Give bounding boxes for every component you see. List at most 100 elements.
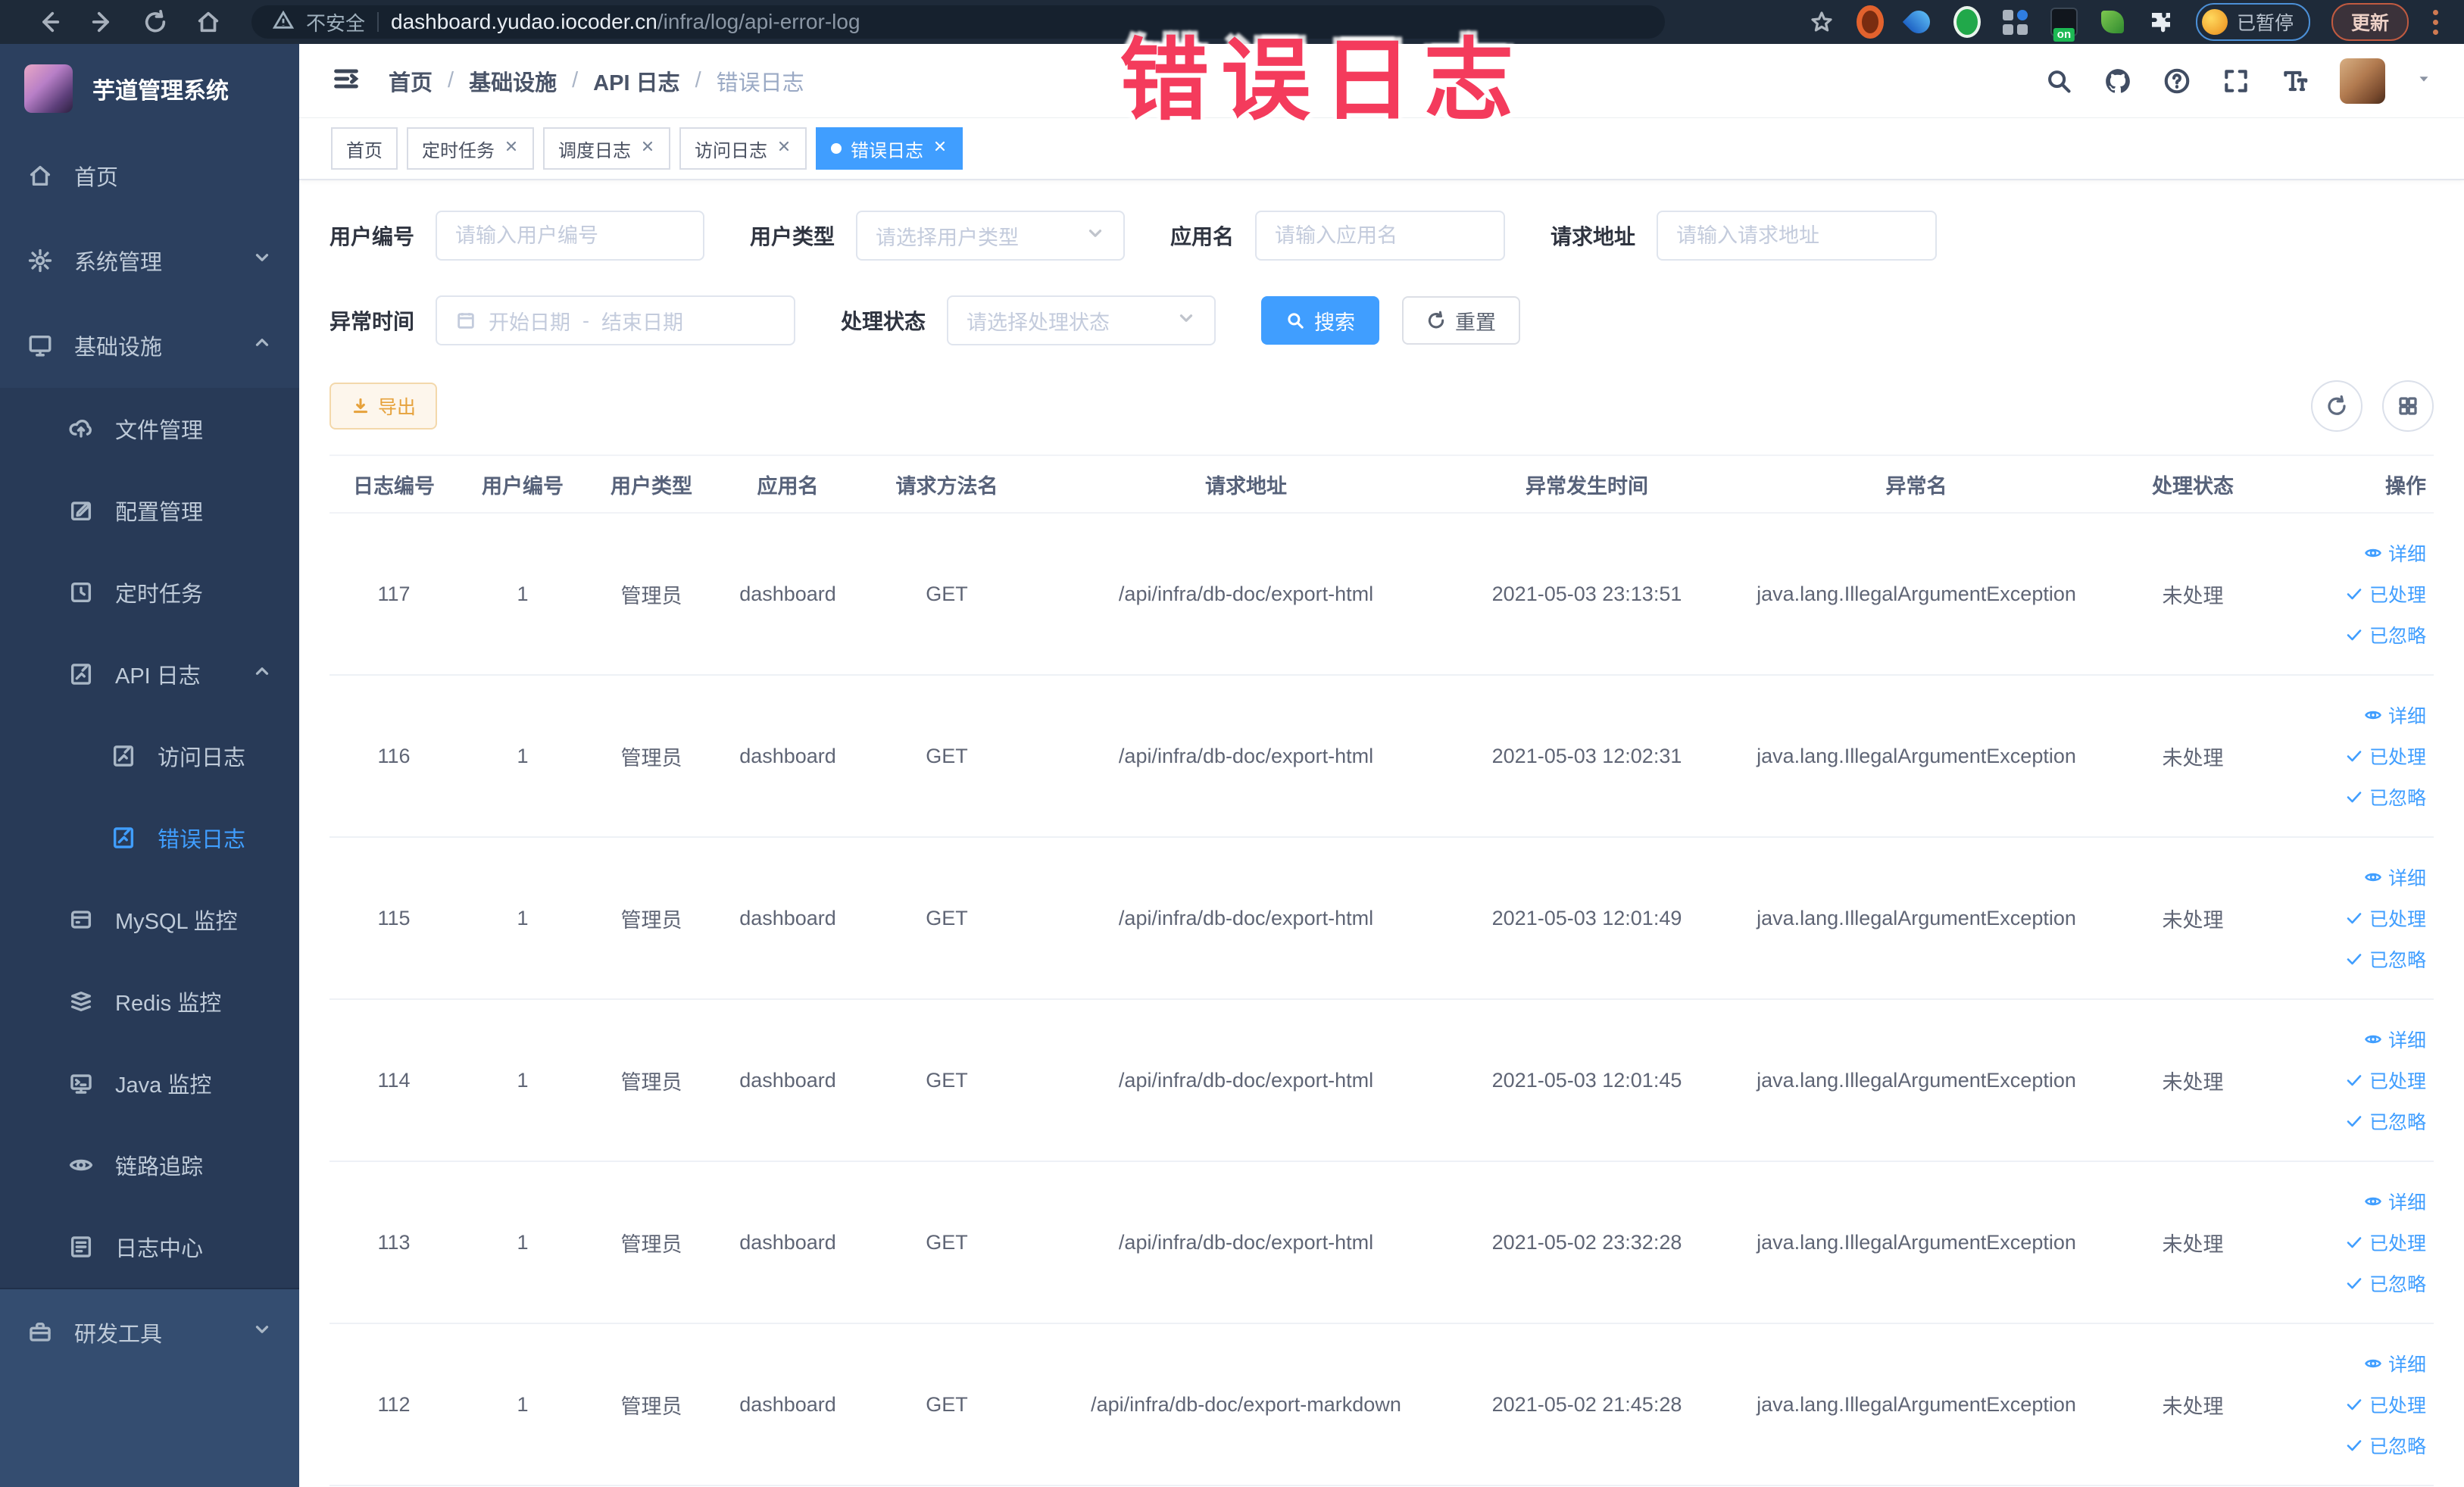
- mark-ignored-link[interactable]: 已忽略: [2345, 783, 2426, 811]
- detail-link[interactable]: 详细: [2364, 1188, 2426, 1215]
- sidebar-item-cron-job[interactable]: 定时任务: [0, 551, 299, 633]
- sidebar-item-devtools[interactable]: 研发工具: [0, 1289, 299, 1376]
- mark-ignored-link[interactable]: 已忽略: [2345, 1270, 2426, 1297]
- browser-forward-icon[interactable]: [76, 9, 129, 35]
- col-header-user-id: 用户编号: [482, 474, 564, 498]
- fullscreen-icon[interactable]: [2222, 67, 2250, 95]
- tag-close-icon[interactable]: [932, 138, 948, 159]
- column-settings-button[interactable]: [2382, 380, 2434, 432]
- search-button[interactable]: 搜索: [1261, 296, 1380, 345]
- mark-ignored-link[interactable]: 已忽略: [2345, 945, 2426, 973]
- extension-orange-icon[interactable]: [1856, 5, 1884, 39]
- font-size-icon[interactable]: [2281, 67, 2309, 95]
- mark-processed-link[interactable]: 已处理: [2345, 1067, 2426, 1094]
- sidebar-item-mysql-monitor[interactable]: MySQL 监控: [0, 879, 299, 961]
- tag-home[interactable]: 首页: [331, 127, 398, 170]
- sidebar-item-trace[interactable]: 链路追踪: [0, 1124, 299, 1206]
- mark-processed-link[interactable]: 已处理: [2345, 904, 2426, 932]
- search-icon[interactable]: [2044, 67, 2073, 95]
- user-id-input[interactable]: [436, 211, 705, 261]
- sidebar-item-label: API 日志: [115, 664, 201, 689]
- detail-label: 详细: [2387, 868, 2426, 889]
- mark-processed-link[interactable]: 已处理: [2345, 1229, 2426, 1256]
- detail-link[interactable]: 详细: [2364, 1350, 2426, 1377]
- tag-close-icon[interactable]: [776, 138, 792, 159]
- tag-access-log[interactable]: 访问日志: [679, 127, 807, 170]
- bookmark-star-icon[interactable]: [1808, 8, 1835, 36]
- eye-icon: [2365, 548, 2381, 558]
- tag-close-icon[interactable]: [504, 138, 519, 159]
- help-icon[interactable]: [2163, 67, 2191, 95]
- sidebar-item-label: 基础设施: [74, 336, 163, 360]
- github-icon[interactable]: [2103, 67, 2132, 95]
- export-button[interactable]: 导出: [329, 383, 438, 430]
- extension-grid-icon[interactable]: [2002, 8, 2029, 36]
- ignored-label: 已忽略: [2369, 1436, 2426, 1457]
- user-avatar[interactable]: [2340, 58, 2385, 104]
- tag-close-icon[interactable]: [640, 138, 655, 159]
- extensions-puzzle-icon[interactable]: [2147, 8, 2175, 36]
- filter-row-1: 用户编号 用户类型 请选择用户类型 应用名: [329, 211, 2434, 261]
- extension-dark-icon[interactable]: on: [2050, 8, 2078, 42]
- security-warning-icon: [272, 10, 295, 35]
- sidebar-item-java-monitor[interactable]: Java 监控: [0, 1042, 299, 1124]
- browser-back-icon[interactable]: [23, 9, 76, 35]
- address-bar[interactable]: 不安全 dashboard.yudao.iocoder.cn/infra/log…: [251, 5, 1665, 39]
- sidebar-item-redis-monitor[interactable]: Redis 监控: [0, 961, 299, 1042]
- mark-ignored-link[interactable]: 已忽略: [2345, 1432, 2426, 1459]
- refresh-table-button[interactable]: [2311, 380, 2363, 432]
- sidebar-logo[interactable]: 芋道管理系统: [0, 44, 299, 133]
- process-status-select[interactable]: 请选择处理状态: [947, 295, 1216, 345]
- ignored-label: 已忽略: [2369, 950, 2426, 971]
- detail-link[interactable]: 详细: [2364, 539, 2426, 567]
- request-url-input[interactable]: [1657, 211, 1938, 261]
- browser-home-icon[interactable]: [182, 9, 235, 35]
- extension-blue-icon[interactable]: [1902, 5, 1935, 39]
- cell-status: 未处理: [2162, 1232, 2224, 1256]
- detail-link[interactable]: 详细: [2364, 1026, 2426, 1053]
- app-name-input[interactable]: [1255, 211, 1506, 261]
- sidebar-item-infra[interactable]: 基础设施: [0, 303, 299, 388]
- browser-profile-chip[interactable]: 已暂停: [2195, 3, 2310, 41]
- sidebar-item-label: 定时任务: [115, 583, 204, 607]
- avatar-caret-icon[interactable]: [2416, 70, 2432, 91]
- sidebar-item-log-center[interactable]: 日志中心: [0, 1206, 299, 1288]
- sidebar-item-label: 日志中心: [115, 1237, 204, 1261]
- mark-processed-link[interactable]: 已处理: [2345, 1391, 2426, 1418]
- sidebar-item-api-log[interactable]: API 日志: [0, 633, 299, 715]
- breadcrumb-api-log[interactable]: API 日志: [593, 65, 679, 97]
- filter-label: 请求地址: [1551, 225, 1636, 248]
- extension-green-icon[interactable]: [1953, 6, 1981, 38]
- extension-leaf-icon[interactable]: [2099, 8, 2126, 36]
- tag-schedule-log[interactable]: 调度日志: [543, 127, 670, 170]
- sidebar-item-home[interactable]: 首页: [0, 133, 299, 218]
- sidebar-item-label: 访问日志: [158, 746, 246, 770]
- sidebar-item-system[interactable]: 系统管理: [0, 218, 299, 303]
- mark-processed-link[interactable]: 已处理: [2345, 742, 2426, 770]
- reset-button[interactable]: 重置: [1402, 296, 1521, 345]
- detail-link[interactable]: 详细: [2364, 701, 2426, 729]
- mysql-icon: [70, 911, 92, 929]
- mark-ignored-link[interactable]: 已忽略: [2345, 1107, 2426, 1135]
- browser-reload-icon[interactable]: [129, 9, 182, 35]
- browser-menu-icon[interactable]: [2430, 7, 2441, 38]
- mark-processed-link[interactable]: 已处理: [2345, 580, 2426, 608]
- page-url[interactable]: dashboard.yudao.iocoder.cn/infra/log/api…: [391, 10, 860, 34]
- sidebar-item-access-log[interactable]: 访问日志: [0, 715, 299, 797]
- security-label[interactable]: 不安全: [306, 8, 365, 36]
- breadcrumb-infra[interactable]: 基础设施: [469, 65, 557, 97]
- sidebar-collapse-icon[interactable]: [331, 64, 361, 98]
- cell-user-id: 1: [517, 906, 529, 929]
- sidebar-item-config-mgmt[interactable]: 配置管理: [0, 470, 299, 551]
- detail-link[interactable]: 详细: [2364, 864, 2426, 891]
- user-type-select[interactable]: 请选择用户类型: [856, 211, 1126, 261]
- tag-error-log[interactable]: 错误日志: [816, 127, 963, 170]
- mark-ignored-link[interactable]: 已忽略: [2345, 621, 2426, 648]
- date-range-picker[interactable]: 开始日期 - 结束日期: [436, 295, 796, 345]
- row-actions: 详细 已处理 已忽略: [2275, 1026, 2426, 1135]
- breadcrumb-home[interactable]: 首页: [389, 65, 433, 97]
- sidebar-item-file-mgmt[interactable]: 文件管理: [0, 388, 299, 470]
- sidebar-item-error-log[interactable]: 错误日志: [0, 797, 299, 879]
- tag-cron-job[interactable]: 定时任务: [407, 127, 534, 170]
- browser-update-button[interactable]: 更新: [2331, 3, 2409, 41]
